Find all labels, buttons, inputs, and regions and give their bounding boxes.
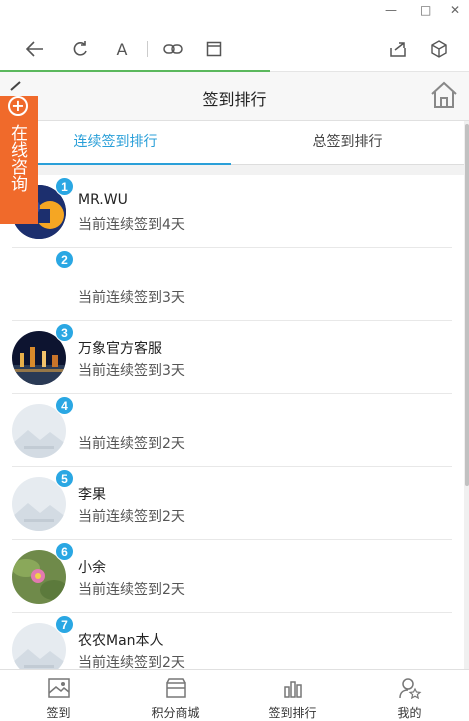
user-name: 小余	[78, 560, 106, 576]
user-name: 万象官方客服	[78, 341, 162, 357]
page-header: 签到排行	[0, 72, 469, 121]
list-item[interactable]: 3 万象官方客服 当前连续签到3天	[0, 321, 464, 394]
image-icon	[47, 677, 71, 699]
checkin-status: 当前连续签到2天	[78, 509, 185, 525]
rank-badge: 4	[55, 396, 74, 415]
consult-label: 在线咨询	[7, 124, 27, 192]
nav-item-points-mall[interactable]: 积分商城	[117, 670, 234, 720]
scrollbar-thumb[interactable]	[465, 124, 469, 486]
checkin-status: 当前连续签到2天	[78, 655, 185, 669]
list-item[interactable]: 2 当前连续签到3天	[0, 248, 464, 321]
list-item[interactable]: 1 MR.WU 当前连续签到4天	[0, 175, 464, 248]
section-gap	[0, 165, 464, 175]
minimize-button[interactable]: —	[385, 3, 397, 17]
rank-badge: 3	[55, 323, 74, 342]
window-controls: — □ ✕	[0, 0, 469, 26]
home-icon[interactable]	[429, 80, 459, 110]
ranking-list: 1 MR.WU 当前连续签到4天 2 当前连续签到3天 3 万象官方客服 当前连…	[0, 175, 464, 669]
close-button[interactable]: ✕	[450, 3, 460, 17]
list-item[interactable]: 7 农农Man本人 当前连续签到2天	[0, 613, 464, 669]
nav-label: 积分商城	[151, 706, 200, 720]
shop-icon	[164, 677, 188, 699]
rank-badge: 7	[55, 615, 74, 634]
list-item[interactable]: 6 小余 当前连续签到2天	[0, 540, 464, 613]
list-item[interactable]: 4 当前连续签到2天	[0, 394, 464, 467]
refresh-icon[interactable]	[70, 39, 90, 59]
nav-label: 签到排行	[268, 706, 317, 720]
nav-label: 我的	[397, 706, 422, 720]
user-name: MR.WU	[78, 192, 128, 208]
rank-badge: 1	[55, 177, 74, 196]
bar-chart-icon	[281, 677, 305, 699]
checkin-status: 当前连续签到3天	[78, 290, 185, 306]
rank-badge: 6	[55, 542, 74, 561]
checkin-status: 当前连续签到4天	[78, 217, 185, 233]
user-name: 李果	[78, 487, 106, 503]
link-icon[interactable]	[163, 39, 183, 59]
online-consult-button[interactable]: + 在线咨询	[0, 96, 38, 224]
tab-total-ranking[interactable]: 总签到排行	[231, 121, 464, 165]
rank-badge: 2	[55, 250, 74, 269]
bottom-nav: 签到 积分商城 签到排行 我的	[0, 669, 469, 720]
nav-item-mine[interactable]: 我的	[351, 670, 468, 720]
font-size-icon[interactable]: A	[112, 39, 132, 59]
back-arrow-icon[interactable]	[25, 39, 45, 59]
window-icon[interactable]	[204, 39, 224, 59]
checkin-status: 当前连续签到2天	[78, 436, 185, 452]
nav-item-ranking[interactable]: 签到排行	[234, 670, 351, 720]
checkin-status: 当前连续签到2天	[78, 582, 185, 598]
user-name: 农农Man本人	[78, 633, 164, 649]
plus-icon: +	[8, 96, 28, 116]
maximize-button[interactable]: □	[420, 3, 431, 17]
nav-label: 签到	[46, 706, 71, 720]
list-item[interactable]: 5 李果 当前连续签到2天	[0, 467, 464, 540]
share-icon[interactable]	[388, 39, 408, 59]
toolbar-divider	[147, 41, 148, 57]
cube-icon[interactable]	[429, 39, 449, 59]
page-title: 签到排行	[202, 90, 267, 109]
browser-toolbar: A	[0, 26, 469, 72]
checkin-status: 当前连续签到3天	[78, 363, 185, 379]
ranking-tabs: 连续签到排行 总签到排行	[0, 121, 464, 165]
user-star-icon	[398, 677, 422, 700]
rank-badge: 5	[55, 469, 74, 488]
nav-item-checkin[interactable]: 签到	[0, 670, 117, 720]
